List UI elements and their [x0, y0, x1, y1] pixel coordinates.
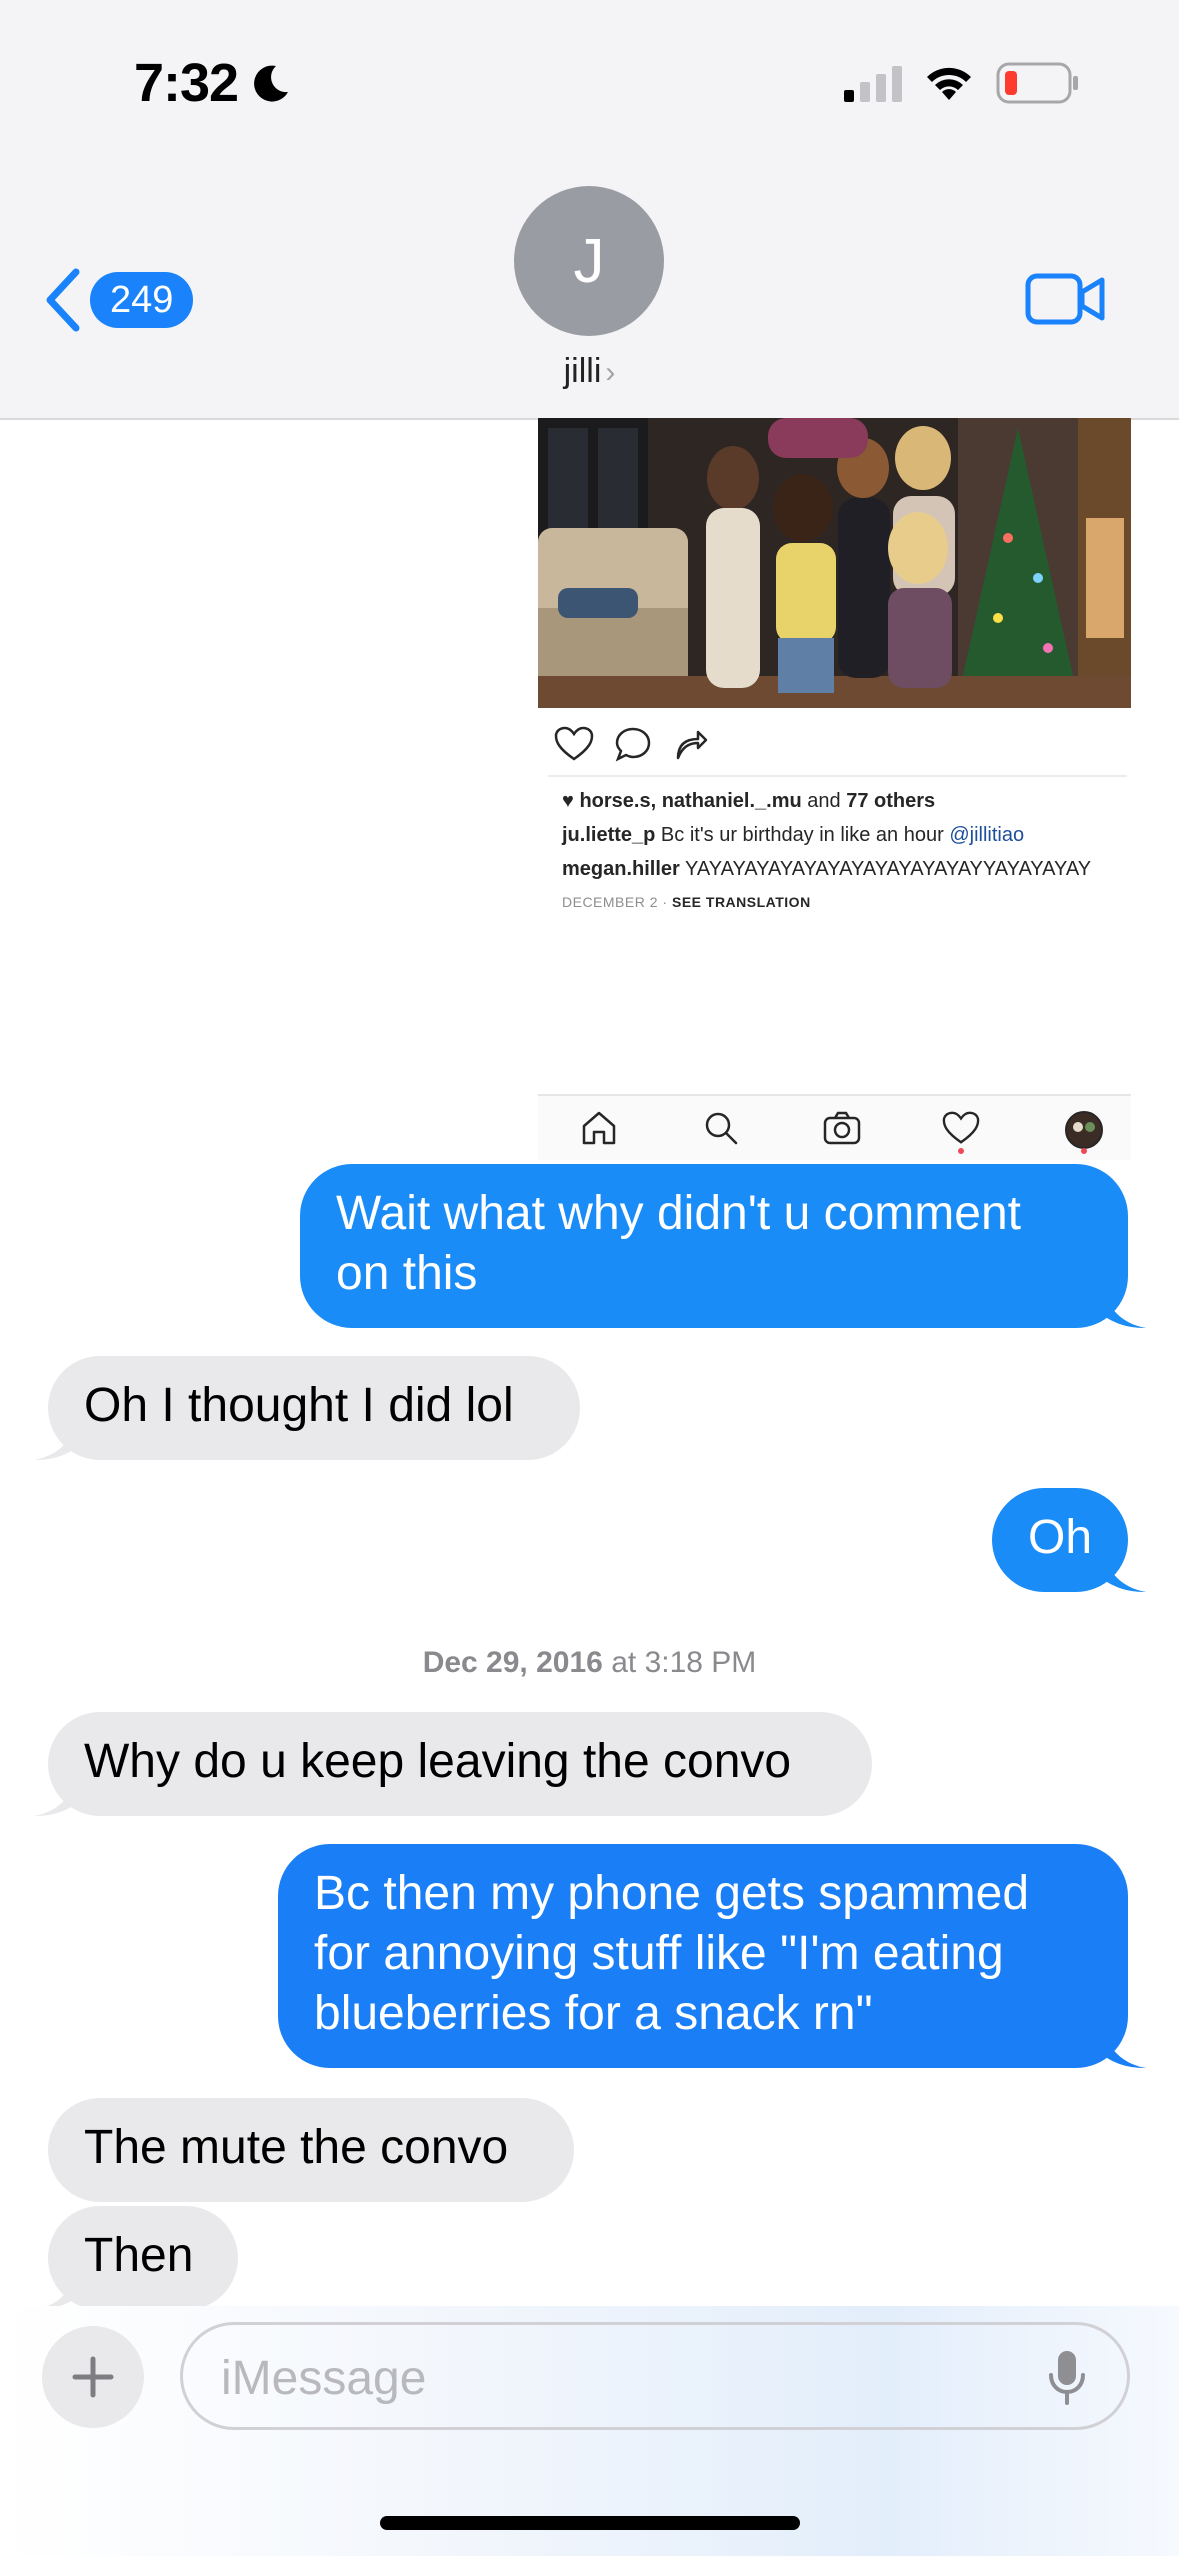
share-icon — [676, 730, 708, 760]
comment-icon — [615, 727, 651, 762]
sent-message-bubble[interactable]: Bc then my phone gets spammed for annoyi… — [278, 1844, 1128, 2068]
notification-dot — [958, 1148, 964, 1154]
home-icon — [582, 1111, 616, 1145]
chevron-left-icon — [46, 268, 80, 332]
message-line: Why do u keep leaving the convo — [84, 1735, 792, 1788]
likes-names: horse.s, nathaniel._.mu — [579, 790, 802, 812]
group-photo — [538, 418, 1131, 708]
divider — [548, 775, 1127, 777]
message-line: Wait what why didn't u comment — [336, 1187, 1021, 1240]
navigation-header: 7:32 249 J jilli › — [0, 0, 1179, 420]
instagram-action-row — [554, 726, 708, 762]
activity-heart-icon — [942, 1111, 980, 1144]
likes-and: and — [807, 790, 841, 812]
message-line: Then — [84, 2229, 194, 2282]
timestamp-at: at — [611, 1646, 637, 1679]
instagram-tab-bar — [538, 1094, 1131, 1160]
comment-user: megan.hiller — [562, 858, 680, 880]
compose-bar — [0, 2306, 1179, 2556]
timestamp-divider: Dec 29, 2016 at 3:18 PM — [0, 1646, 1179, 1680]
message-line: Bc then my phone gets spammed — [314, 1867, 1030, 1920]
moon-icon — [254, 65, 288, 102]
message-line: blueberries for a snack rn" — [314, 1987, 873, 2040]
message-input[interactable] — [219, 2347, 1003, 2409]
wifi-icon — [927, 67, 971, 100]
home-indicator[interactable] — [380, 2516, 800, 2530]
post-date: DECEMBER 2 — [562, 894, 659, 910]
received-message-bubble[interactable]: Why do u keep leaving the convo — [48, 1712, 872, 1816]
sent-message-bubble[interactable]: Wait what why didn't u comment on this — [300, 1164, 1128, 1328]
received-message-bubble[interactable]: Then — [48, 2206, 238, 2310]
contact-avatar[interactable]: J — [514, 186, 664, 336]
message-line: for annoying stuff like "I'm eating — [314, 1927, 1004, 1980]
likes-line: ♥ horse.s, nathaniel._.mu and 77 others — [562, 790, 935, 813]
instagram-screenshot-image[interactable]: ♥ horse.s, nathaniel._.mu and 77 others … — [538, 418, 1131, 1160]
bubble-tail — [34, 1422, 76, 1460]
comment-user: ju.liette_p — [562, 824, 656, 846]
chevron-right-icon: › — [605, 356, 616, 389]
bubble-tail — [34, 1778, 76, 1816]
instagram-comment: ju.liette_p Bc it's ur birthday in like … — [562, 824, 1024, 847]
battery-low-icon — [996, 62, 1078, 104]
unread-count-badge: 249 — [90, 272, 194, 328]
message-line: on this — [336, 1247, 478, 1300]
microphone-icon[interactable] — [1047, 2349, 1087, 2407]
comment-text: YAYAYAYAYAYAYAYAYAYAYAYAYYAYAYAYAY — [685, 858, 1092, 880]
camera-icon — [823, 1111, 861, 1145]
profile-avatar — [1065, 1111, 1103, 1149]
see-translation: SEE TRANSLATION — [671, 894, 811, 910]
contact-name: jilli — [563, 352, 602, 390]
small-heart-icon: ♥ — [562, 790, 574, 812]
heart-icon — [554, 726, 594, 761]
received-message-bubble[interactable]: Oh I thought I did lol — [48, 1356, 580, 1460]
notification-dot — [1081, 1148, 1087, 1154]
video-camera-icon[interactable] — [1024, 268, 1108, 330]
status-time: 7:32 — [134, 53, 239, 113]
contact-name-button[interactable]: jilli › — [0, 352, 1179, 391]
search-icon — [705, 1112, 738, 1145]
timestamp-date: Dec 29, 2016 — [422, 1646, 603, 1679]
instagram-comment: megan.hiller YAYAYAYAYAYAYAYAYAYAYAYAYYA… — [562, 858, 1091, 881]
message-input-field[interactable] — [180, 2322, 1130, 2430]
timestamp-time: 3:18 PM — [644, 1646, 757, 1679]
post-date-line: DECEMBER 2 · SEE TRANSLATION — [562, 894, 811, 910]
plus-icon — [72, 2356, 114, 2398]
bubble-tail — [1104, 1554, 1146, 1592]
bubble-tail — [1104, 2030, 1146, 2068]
received-message-bubble[interactable]: The mute the convo — [48, 2098, 574, 2202]
apps-plus-button[interactable] — [42, 2326, 144, 2428]
bubble-tail — [1104, 1290, 1146, 1328]
message-line: Oh I thought I did lol — [84, 1379, 514, 1432]
likes-others: 77 others — [846, 790, 936, 812]
message-line: The mute the convo — [84, 2121, 509, 2174]
back-button[interactable]: 249 — [44, 262, 194, 338]
cellular-signal-icon — [844, 66, 902, 102]
comment-text: Bc it's ur birthday in like an hour — [660, 824, 944, 846]
comment-mention: @jillitiao — [949, 824, 1025, 846]
